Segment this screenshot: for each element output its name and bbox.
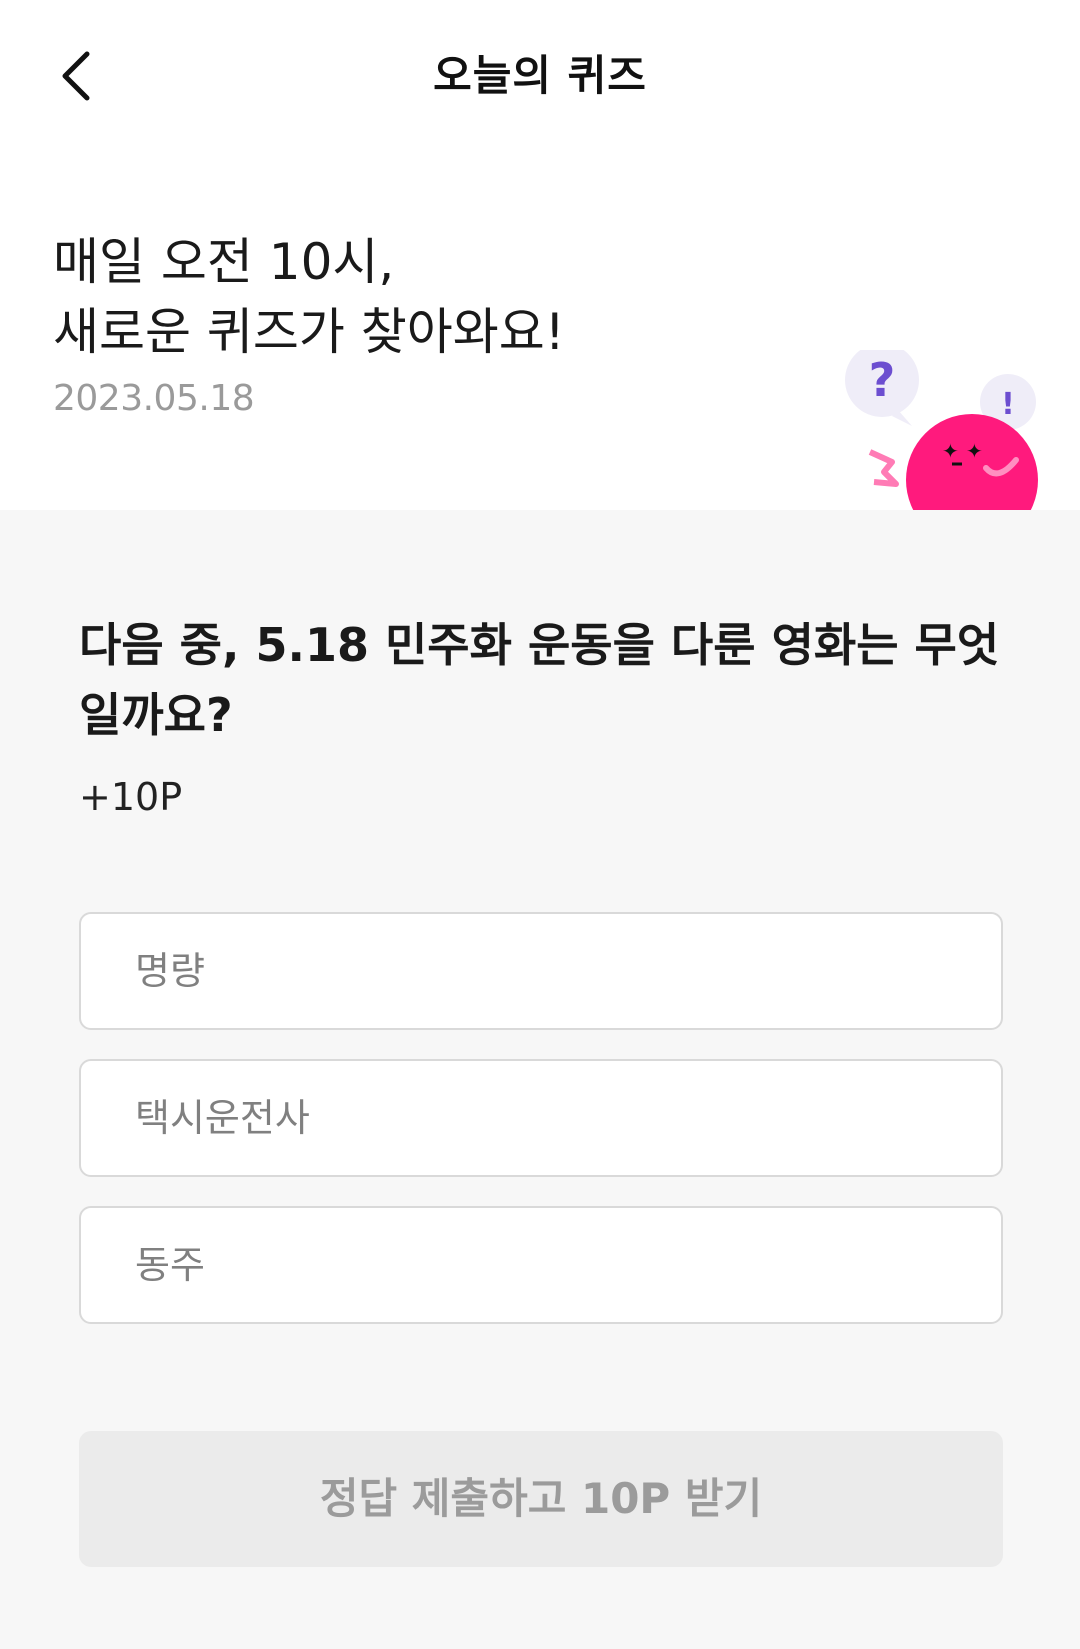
svg-text:✦: ✦	[942, 439, 959, 463]
reward-points: +10P	[79, 775, 183, 819]
mascot-illustration: ? ! ✦ ✦	[845, 350, 1038, 510]
quiz-date: 2023.05.18	[53, 378, 255, 419]
answer-option-2[interactable]: 택시운전사	[79, 1059, 1003, 1177]
question-bubble-icon: ?	[845, 350, 919, 426]
answer-option-label: 동주	[135, 1243, 205, 1287]
app-header: 오늘의 퀴즈	[0, 0, 1080, 150]
svg-text:✦: ✦	[966, 439, 983, 463]
intro-headline-line2: 새로운 퀴즈가 찾아와요!	[53, 303, 565, 361]
answer-option-1[interactable]: 명량	[79, 912, 1003, 1030]
exclaim-mark: !	[1001, 387, 1015, 422]
answer-option-3[interactable]: 동주	[79, 1206, 1003, 1324]
submit-answer-button[interactable]: 정답 제출하고 10P 받기	[79, 1431, 1003, 1567]
intro-headline-line1: 매일 오전 10시,	[53, 233, 395, 291]
mascot-character-icon: ✦ ✦	[868, 414, 1038, 510]
answer-option-label: 명량	[135, 949, 205, 993]
answer-option-label: 택시운전사	[135, 1096, 310, 1140]
quiz-section: 다음 중, 5.18 민주화 운동을 다룬 영화는 무엇일까요? +10P 명량…	[0, 510, 1080, 1649]
intro-section: 매일 오전 10시, 새로운 퀴즈가 찾아와요! 2023.05.18 ? ! …	[0, 150, 1080, 510]
question-mark: ?	[869, 353, 896, 407]
page-title: 오늘의 퀴즈	[433, 51, 647, 100]
quiz-question: 다음 중, 5.18 민주화 운동을 다룬 영화는 무엇일까요?	[79, 618, 1000, 742]
